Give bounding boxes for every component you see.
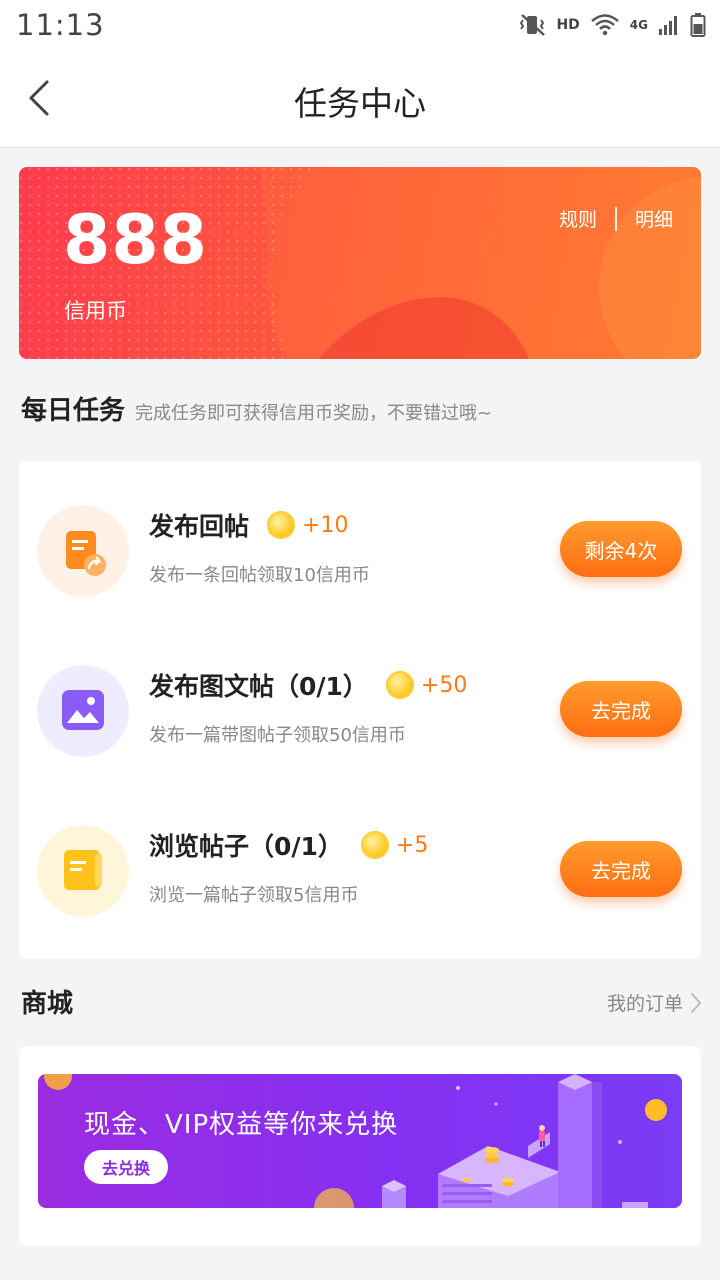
daily-tasks-header: 每日任务 完成任务即可获得信用币奖励，不要错过哦~ [21, 390, 492, 427]
task-item-reply: 发布回帖 +10 发布一条回帖领取10信用币 剩余4次 [19, 505, 701, 635]
task-name: 浏览帖子（0/1） [149, 832, 343, 861]
chevron-right-icon [691, 992, 702, 1013]
daily-tasks-subtitle: 完成任务即可获得信用币奖励，不要错过哦~ [135, 403, 493, 424]
detail-link[interactable]: 明细 [635, 205, 673, 232]
exchange-banner-text: 现金、VIP权益等你来兑换 [84, 1110, 399, 1140]
page-title: 任务中心 [294, 84, 426, 123]
task-name-row: 浏览帖子（0/1） +5 [149, 825, 428, 865]
complete-task-button[interactable]: 去完成 [560, 681, 682, 737]
status-bar: 11:13 HD 4G [0, 0, 720, 50]
credit-balance: 888 [63, 201, 208, 280]
task-description: 发布一篇带图帖子领取50信用币 [149, 725, 406, 746]
reply-post-icon [37, 505, 129, 597]
complete-task-button[interactable]: 去完成 [560, 841, 682, 897]
vibrate-mute-icon [520, 14, 546, 36]
balance-banner: 888 信用币 规则 明细 [19, 167, 701, 359]
nav-bar: 任务中心 [0, 50, 720, 148]
battery-icon [690, 13, 706, 37]
coin-icon [267, 511, 296, 539]
browse-post-icon [37, 825, 129, 917]
mall-title: 商城 [21, 989, 74, 1019]
task-reward: +5 [395, 832, 429, 858]
task-reward: +50 [420, 672, 468, 698]
network-type: 4G [629, 18, 648, 32]
task-name: 发布图文帖（0/1） [149, 672, 368, 701]
task-name-row: 发布回帖 +10 [149, 505, 348, 545]
task-item-image-post: 发布图文帖（0/1） +50 发布一篇带图帖子领取50信用币 去完成 [19, 665, 701, 795]
status-icons: HD 4G [520, 11, 706, 39]
wifi-icon [590, 14, 619, 36]
mall-header: 商城 我的订单 [21, 983, 703, 1023]
mall-card: 现金、VIP权益等你来兑换 去兑换 [19, 1046, 701, 1246]
coin-icon [360, 831, 389, 859]
tasks-card: 发布回帖 +10 发布一条回帖领取10信用币 剩余4次 发布图文帖（0/1） +… [19, 461, 701, 959]
banner-links: 规则 明细 [559, 205, 673, 232]
task-description: 发布一条回帖领取10信用币 [149, 565, 370, 586]
status-time: 11:13 [16, 8, 105, 42]
exchange-banner[interactable]: 现金、VIP权益等你来兑换 去兑换 [38, 1074, 682, 1208]
rules-link[interactable]: 规则 [559, 205, 597, 232]
my-orders-link[interactable]: 我的订单 [607, 989, 703, 1016]
coin-icon [385, 671, 414, 699]
signal-icon [659, 16, 677, 35]
task-reward: +10 [302, 512, 349, 538]
image-post-icon [37, 665, 129, 757]
hd-indicator: HD [556, 17, 580, 33]
daily-tasks-title: 每日任务 [21, 396, 126, 426]
my-orders-label: 我的订单 [606, 993, 683, 1015]
task-item-browse: 浏览帖子（0/1） +5 浏览一篇帖子领取5信用币 去完成 [19, 825, 701, 955]
task-description: 浏览一篇帖子领取5信用币 [149, 885, 359, 906]
link-divider [614, 206, 617, 231]
exchange-button[interactable]: 去兑换 [84, 1150, 168, 1184]
credit-unit: 信用币 [64, 299, 127, 323]
exchange-illustration [44, 1074, 667, 1208]
task-name-row: 发布图文帖（0/1） +50 [149, 665, 467, 705]
remaining-times-button[interactable]: 剩余4次 [560, 521, 682, 577]
task-name: 发布回帖 [149, 512, 250, 541]
